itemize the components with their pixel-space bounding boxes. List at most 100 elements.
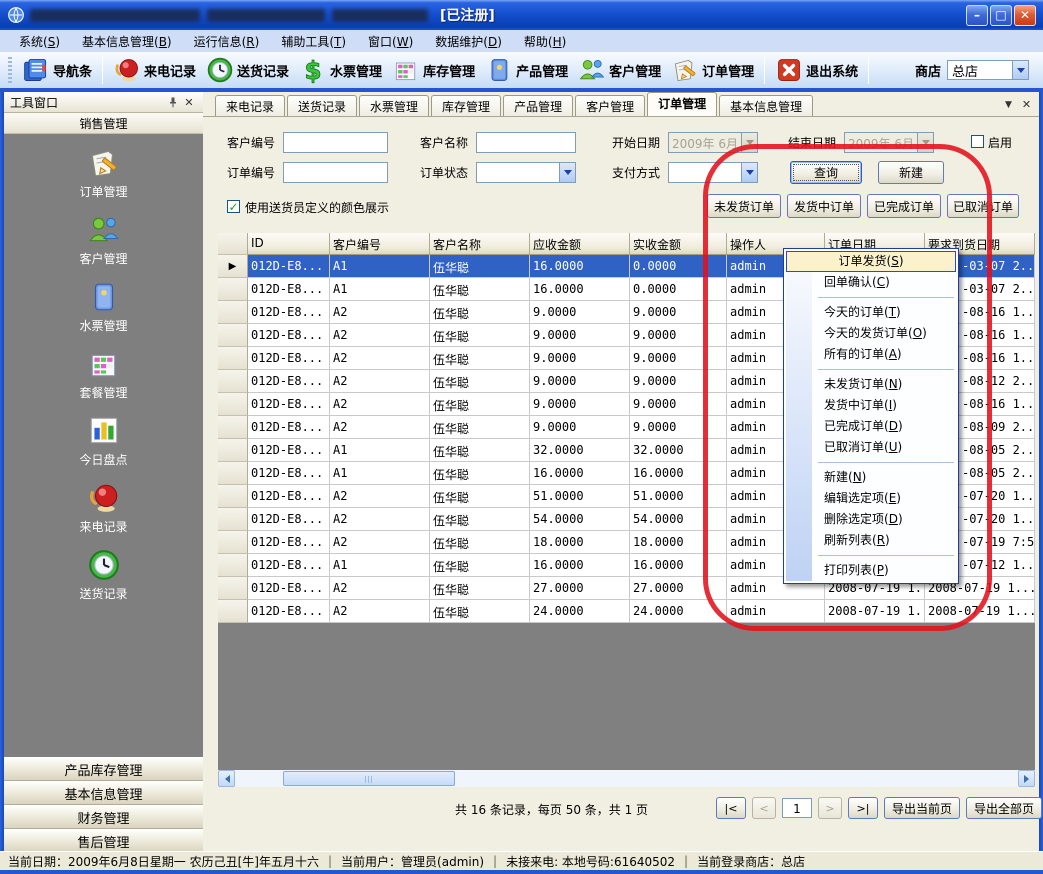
context-menu-item-1[interactable]: 回单确认(C) bbox=[786, 272, 956, 293]
context-menu-item-13[interactable]: 编辑选定项(E) bbox=[786, 488, 956, 509]
row-selector[interactable] bbox=[218, 485, 248, 508]
context-menu-item-10[interactable]: 已取消订单(U) bbox=[786, 437, 956, 458]
export-all-pages-button[interactable]: 导出全部页 bbox=[966, 797, 1042, 819]
context-menu-item-12[interactable]: 新建(N) bbox=[786, 467, 956, 488]
sidebar-group-header[interactable]: 销售管理 bbox=[4, 113, 203, 134]
context-menu-item-5[interactable]: 所有的订单(A) bbox=[786, 344, 956, 365]
context-menu-item-3[interactable]: 今天的订单(T) bbox=[786, 302, 956, 323]
tab-0[interactable]: 来电记录 bbox=[215, 95, 285, 116]
pay-method-combo[interactable] bbox=[668, 162, 758, 183]
column-header-3[interactable]: 应收金额 bbox=[530, 233, 630, 255]
horizontal-scrollbar[interactable] bbox=[218, 770, 1035, 787]
scroll-left-icon[interactable] bbox=[218, 770, 235, 787]
end-date-picker[interactable]: 2009年 6月 8日 bbox=[844, 132, 934, 153]
export-current-page-button[interactable]: 导出当前页 bbox=[884, 797, 960, 819]
tab-close-icon[interactable]: ✕ bbox=[1022, 98, 1031, 111]
start-date-dropdown-icon[interactable] bbox=[741, 133, 757, 152]
row-selector[interactable] bbox=[218, 554, 248, 577]
first-page-button[interactable]: |< bbox=[716, 797, 746, 819]
tab-list-dropdown-icon[interactable]: ▼ bbox=[1005, 100, 1012, 110]
maximize-button[interactable]: □ bbox=[990, 5, 1012, 26]
new-button[interactable]: 新建 bbox=[878, 161, 944, 184]
sidebar-group-button-1[interactable]: 基本信息管理 bbox=[4, 781, 203, 805]
customer-no-input[interactable] bbox=[283, 132, 388, 153]
context-menu-item-8[interactable]: 发货中订单(I) bbox=[786, 395, 956, 416]
row-selector[interactable] bbox=[218, 347, 248, 370]
menubar-item-4[interactable]: 窗口(W) bbox=[357, 30, 424, 53]
page-number-input[interactable]: 1 bbox=[782, 798, 812, 818]
scrollbar-thumb[interactable] bbox=[283, 771, 455, 786]
tab-3[interactable]: 库存管理 bbox=[431, 95, 501, 116]
status-filter-button-2[interactable]: 已完成订单 bbox=[867, 194, 941, 218]
row-selector[interactable] bbox=[218, 508, 248, 531]
row-selector[interactable] bbox=[218, 416, 248, 439]
start-date-picker[interactable]: 2009年 6月 8日 bbox=[668, 132, 758, 153]
prev-page-button[interactable]: < bbox=[752, 797, 776, 819]
status-filter-button-0[interactable]: 未发货订单 bbox=[707, 194, 781, 218]
order-no-input[interactable] bbox=[283, 162, 388, 183]
row-selector[interactable] bbox=[218, 462, 248, 485]
scroll-right-icon[interactable] bbox=[1018, 770, 1035, 787]
shop-dropdown-icon[interactable] bbox=[1012, 61, 1028, 79]
last-page-button[interactable]: >| bbox=[848, 797, 878, 819]
minimize-button[interactable]: – bbox=[966, 5, 988, 26]
toolbar-button-1[interactable]: 来电记录 bbox=[108, 55, 201, 85]
row-selector[interactable] bbox=[218, 278, 248, 301]
sidebar-item-1[interactable]: 客户管理 bbox=[4, 213, 203, 267]
tab-5[interactable]: 客户管理 bbox=[575, 95, 645, 116]
tab-7[interactable]: 基本信息管理 bbox=[719, 95, 813, 116]
context-menu-item-9[interactable]: 已完成订单(D) bbox=[786, 416, 956, 437]
row-selector[interactable] bbox=[218, 393, 248, 416]
toolbar-button-3[interactable]: $水票管理 bbox=[294, 55, 387, 85]
status-filter-button-3[interactable]: 已取消订单 bbox=[947, 194, 1019, 218]
close-button[interactable]: ✕ bbox=[1014, 5, 1036, 26]
menubar-item-6[interactable]: 帮助(H) bbox=[513, 30, 577, 53]
toolbar-button-8[interactable]: 退出系统 bbox=[770, 55, 863, 85]
query-button[interactable]: 查询 bbox=[790, 161, 862, 184]
column-header-4[interactable]: 实收金额 bbox=[630, 233, 727, 255]
shop-select[interactable]: 总店 bbox=[947, 60, 1029, 80]
row-selector[interactable] bbox=[218, 577, 248, 600]
color-display-checkbox[interactable]: ✓ bbox=[227, 200, 240, 213]
tab-4[interactable]: 产品管理 bbox=[503, 95, 573, 116]
table-row-15[interactable]: 012D-E8...A2伍华聪24.000024.0000admin2008-0… bbox=[218, 600, 1035, 623]
row-selector[interactable]: ▶ bbox=[218, 255, 248, 278]
pin-icon[interactable] bbox=[165, 94, 181, 110]
pay-method-dropdown-icon[interactable] bbox=[741, 163, 757, 182]
order-status-dropdown-icon[interactable] bbox=[559, 163, 575, 182]
row-selector[interactable] bbox=[218, 370, 248, 393]
enable-checkbox[interactable] bbox=[971, 135, 984, 148]
column-header-0[interactable]: ID bbox=[248, 233, 330, 255]
context-menu-item-17[interactable]: 打印列表(P) bbox=[786, 560, 956, 581]
toolbar-button-0[interactable]: 导航条 bbox=[17, 55, 97, 85]
sidebar-item-6[interactable]: 送货记录 bbox=[4, 548, 203, 602]
toolbar-button-4[interactable]: 库存管理 bbox=[387, 55, 480, 85]
toolbar-button-7[interactable]: 订单管理 bbox=[666, 55, 759, 85]
tool-window-close-icon[interactable]: ✕ bbox=[181, 94, 197, 110]
next-page-button[interactable]: > bbox=[818, 797, 842, 819]
sidebar-item-5[interactable]: 来电记录 bbox=[4, 481, 203, 535]
row-selector[interactable] bbox=[218, 324, 248, 347]
context-menu-item-7[interactable]: 未发货订单(N) bbox=[786, 374, 956, 395]
menubar-item-2[interactable]: 运行信息(R) bbox=[183, 30, 271, 53]
column-header-2[interactable]: 客户名称 bbox=[430, 233, 530, 255]
context-menu-item-14[interactable]: 删除选定项(D) bbox=[786, 509, 956, 530]
column-header-1[interactable]: 客户编号 bbox=[330, 233, 430, 255]
context-menu-item-4[interactable]: 今天的发货订单(O) bbox=[786, 323, 956, 344]
sidebar-item-4[interactable]: 今日盘点 bbox=[4, 414, 203, 468]
toolbar-button-2[interactable]: 送货记录 bbox=[201, 55, 294, 85]
sidebar-item-2[interactable]: 水票管理 bbox=[4, 280, 203, 334]
sidebar-group-button-2[interactable]: 财务管理 bbox=[4, 805, 203, 829]
sidebar-item-3[interactable]: 套餐管理 bbox=[4, 347, 203, 401]
toolbar-button-6[interactable]: 客户管理 bbox=[573, 55, 666, 85]
row-selector[interactable] bbox=[218, 531, 248, 554]
tab-1[interactable]: 送货记录 bbox=[287, 95, 357, 116]
menubar-item-3[interactable]: 辅助工具(T) bbox=[270, 30, 357, 53]
toolbar-button-5[interactable]: 产品管理 bbox=[480, 55, 573, 85]
sidebar-group-button-0[interactable]: 产品库存管理 bbox=[4, 757, 203, 781]
sidebar-item-0[interactable]: 订单管理 bbox=[4, 146, 203, 200]
tab-6[interactable]: 订单管理 bbox=[647, 92, 717, 116]
row-selector[interactable] bbox=[218, 301, 248, 324]
status-filter-button-1[interactable]: 发货中订单 bbox=[787, 194, 861, 218]
context-menu-item-0[interactable]: 订单发货(S) bbox=[786, 251, 956, 272]
